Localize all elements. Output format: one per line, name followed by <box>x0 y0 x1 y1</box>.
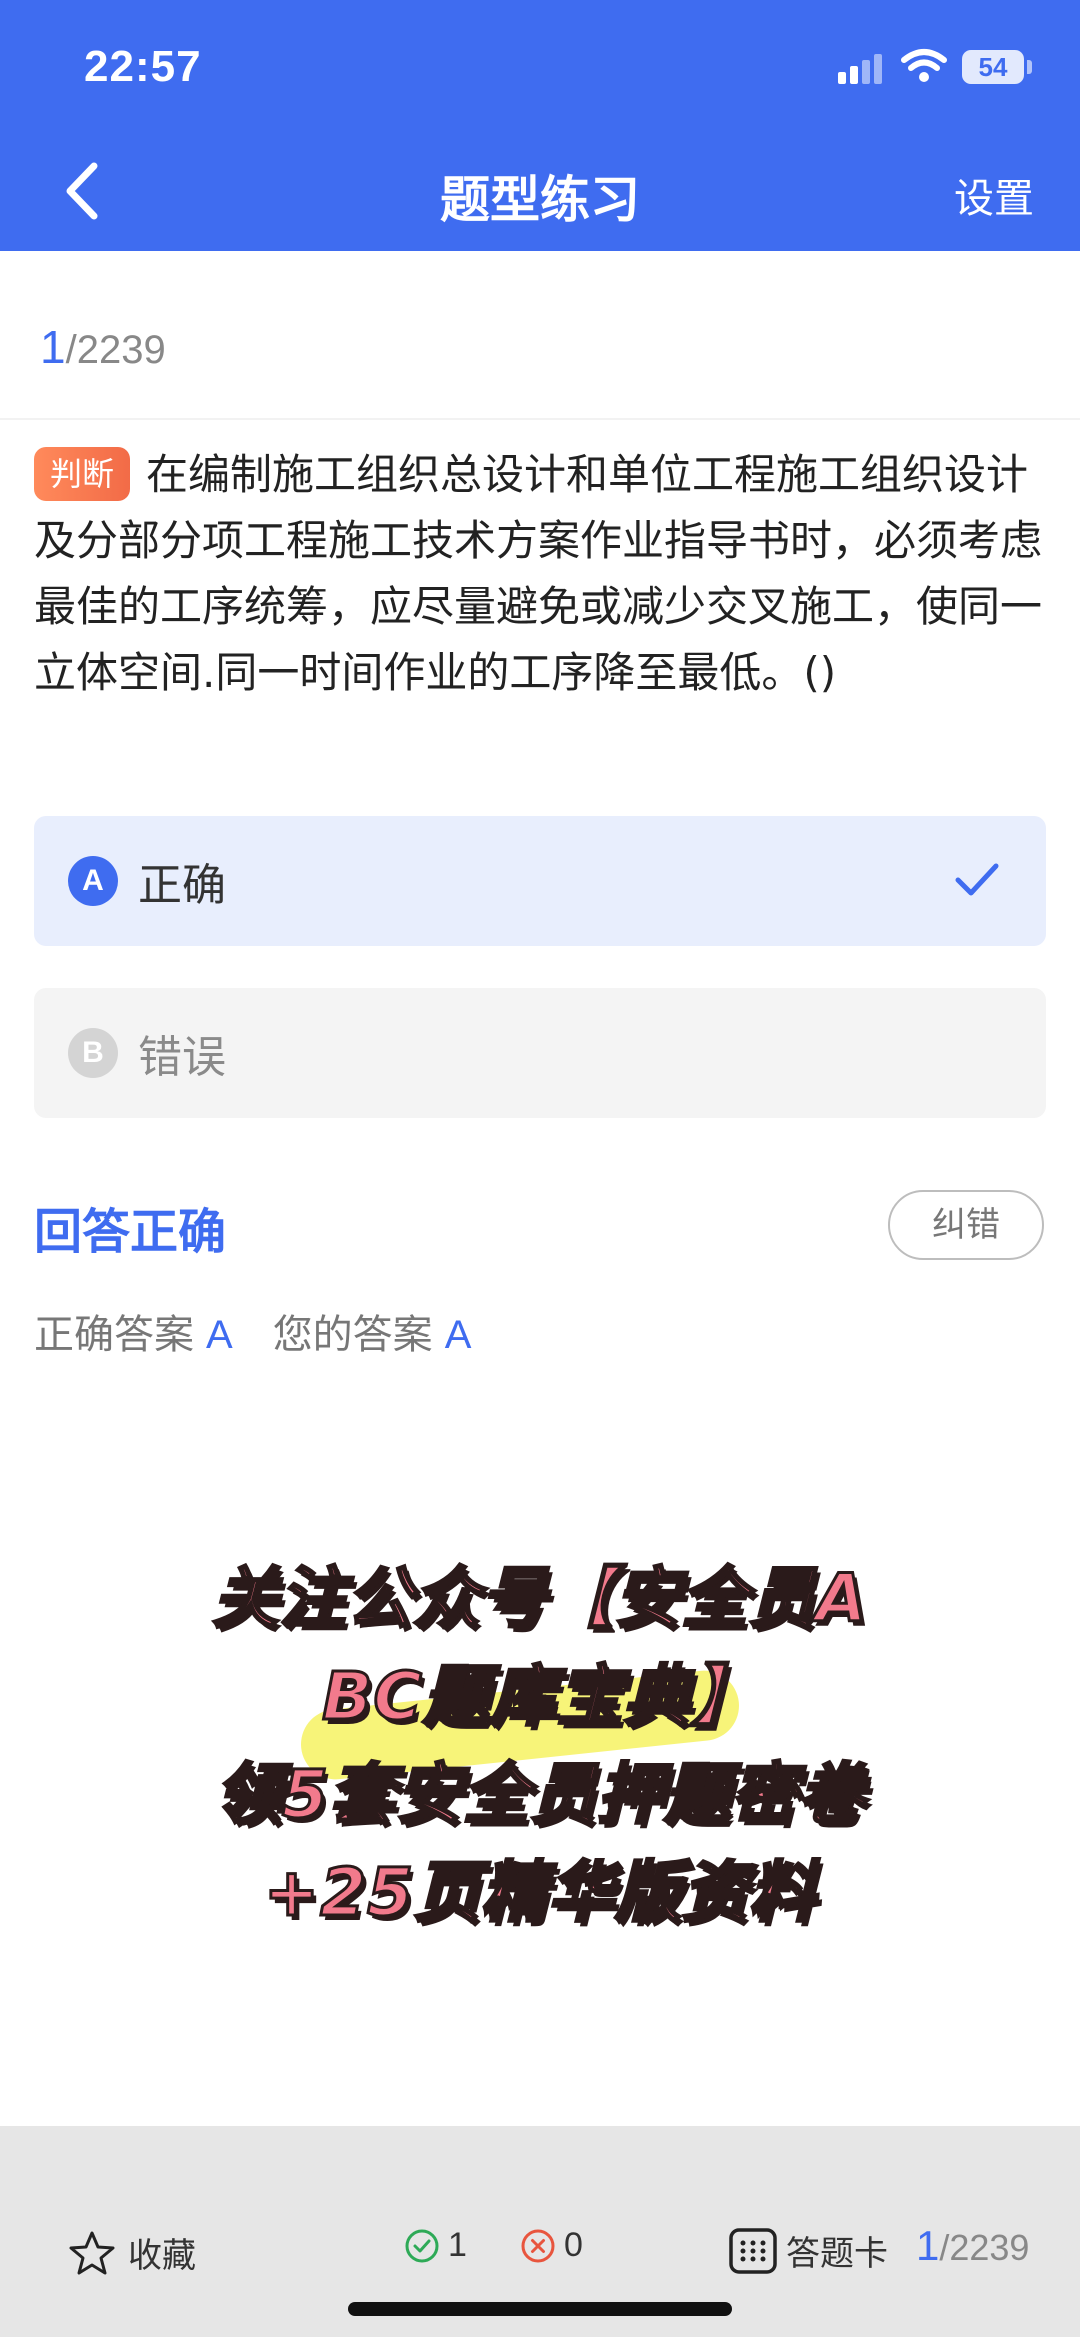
bottom-current-number: 1 <box>916 2222 940 2269</box>
check-circle-icon <box>405 2229 439 2262</box>
wifi-icon <box>901 49 947 82</box>
divider <box>0 418 1080 420</box>
total-questions: /2239 <box>65 328 166 372</box>
promo-overlay: 关注公众号【安全员A BC题库宝典】 领5套安全员押题密卷 +25页精华版资料 <box>120 1550 960 1942</box>
home-indicator <box>348 2302 732 2316</box>
correct-count: 1 <box>404 2226 467 2265</box>
cellular-signal-icon <box>838 54 882 84</box>
correct-answer-value: A <box>206 1313 233 1357</box>
bottom-question-counter: 1/2239 <box>916 2222 1029 2270</box>
settings-button[interactable]: 设置 <box>954 166 1034 224</box>
promo-line-4: +25页精华版资料 <box>262 1853 817 1933</box>
correct-answer-label: 正确答案 <box>34 1312 194 1358</box>
checkmark-icon <box>955 863 999 896</box>
answer-summary: 正确答案 A 您的答案 A <box>34 1302 471 1360</box>
question-type-badge: 判断 <box>34 447 131 501</box>
question-text: 在编制施工组织总设计和单位工程施工组织设计及分部分项工程施工技术方案作业指导书时… <box>34 450 1043 697</box>
option-letter-b: B <box>68 1028 118 1078</box>
app-header: 22:57 54 题型练习 设置 <box>0 0 1080 251</box>
x-circle-icon <box>521 2229 555 2262</box>
answer-card-label: 答题卡 <box>786 2234 888 2274</box>
answer-card-button[interactable]: 答题卡 <box>728 2226 888 2275</box>
option-b[interactable]: B 错误 <box>34 988 1046 1118</box>
result-title: 回答正确 <box>34 1204 227 1260</box>
wrong-count: 0 <box>520 2226 583 2265</box>
page-title: 题型练习 <box>440 171 640 229</box>
favorite-button[interactable]: 收藏 <box>68 2228 196 2277</box>
option-text-a: 正确 <box>138 860 226 911</box>
option-a[interactable]: A 正确 <box>34 816 1046 946</box>
your-answer-label: 您的答案 <box>272 1312 433 1358</box>
correct-count-value: 1 <box>448 2226 467 2264</box>
your-answer-value: A <box>444 1313 472 1357</box>
option-letter-a: A <box>68 856 118 906</box>
question-counter: 1/2239 <box>40 320 166 374</box>
promo-line-2: BC题库宝典】 <box>321 1657 759 1737</box>
question-text-block: 判断 在编制施工组织总设计和单位工程施工组织设计及分部分项工程施工技术方案作业指导… <box>34 442 1044 706</box>
promo-line-1: 关注公众号【安全员A <box>211 1559 868 1639</box>
current-question-number: 1 <box>40 321 66 373</box>
promo-line-3: 领5套安全员押题密卷 <box>214 1755 866 1835</box>
bottom-total-number: /2239 <box>939 2227 1030 2268</box>
battery-icon: 54 <box>962 50 1024 84</box>
answer-card-grid-icon <box>729 2227 777 2274</box>
status-time: 22:57 <box>84 42 202 91</box>
battery-tip <box>1027 60 1032 74</box>
favorite-label: 收藏 <box>128 2236 196 2276</box>
option-text-b: 错误 <box>138 1032 226 1083</box>
wrong-count-value: 0 <box>564 2226 583 2264</box>
star-icon <box>69 2231 115 2274</box>
report-error-button[interactable]: 纠错 <box>888 1190 1044 1260</box>
